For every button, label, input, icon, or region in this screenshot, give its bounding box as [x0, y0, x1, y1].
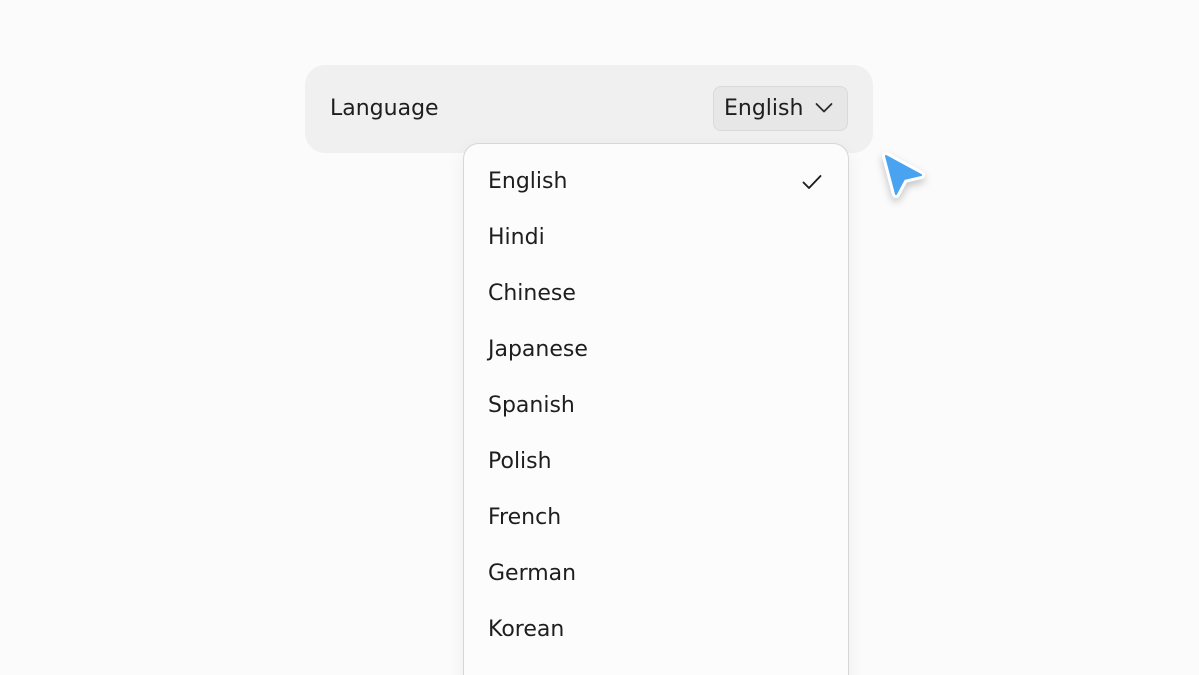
language-option-spanish[interactable]: Spanish: [464, 378, 848, 434]
language-label: Language: [330, 96, 439, 121]
option-label: Spanish: [488, 393, 575, 418]
option-label: French: [488, 505, 562, 530]
checkmark-icon: [802, 175, 822, 189]
language-select-button[interactable]: English: [713, 86, 848, 131]
option-label: Polish: [488, 449, 552, 474]
language-option-japanese[interactable]: Japanese: [464, 322, 848, 378]
option-label: English: [488, 169, 568, 194]
language-option-polish[interactable]: Polish: [464, 434, 848, 490]
language-setting-row: Language English: [305, 65, 873, 153]
chevron-down-icon: [815, 103, 833, 113]
language-option-french[interactable]: French: [464, 490, 848, 546]
language-option-chinese[interactable]: Chinese: [464, 266, 848, 322]
pointer-cursor-icon: [882, 152, 925, 198]
language-option-german[interactable]: German: [464, 546, 848, 602]
option-label: German: [488, 561, 577, 586]
language-settings-screen: Language English English Hindi Chinese J…: [0, 0, 1199, 675]
option-label: Japanese: [488, 337, 588, 362]
language-select-value: English: [724, 95, 804, 121]
option-label: Korean: [488, 617, 565, 642]
language-option-english[interactable]: English: [464, 154, 848, 210]
option-label: Chinese: [488, 281, 576, 306]
option-label: Hindi: [488, 225, 545, 250]
language-option-korean[interactable]: Korean: [464, 602, 848, 658]
language-option-hindi[interactable]: Hindi: [464, 210, 848, 266]
language-dropdown-menu: English Hindi Chinese Japanese Spanish P…: [463, 143, 849, 675]
